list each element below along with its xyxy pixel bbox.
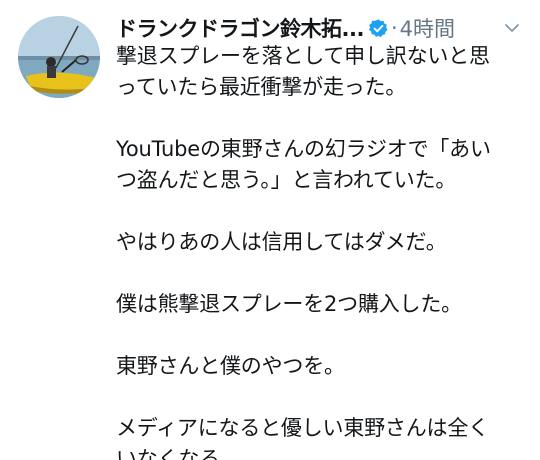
avatar-image — [18, 16, 100, 98]
tweet-paragraph: やはりあの人は信用してはダメだ。 — [116, 230, 447, 254]
display-name[interactable]: ドランクドラゴン鈴木拓... — [116, 13, 364, 43]
separator-dot: · — [390, 16, 398, 40]
tweet-paragraph: 撃退スプレーを落として申し訳ないと思 っていたら最近衝撃が走った。 — [116, 44, 490, 99]
avatar[interactable] — [18, 16, 100, 98]
tweet-header: ドランクドラゴン鈴木拓... · 4時間 — [116, 12, 526, 44]
tweet-paragraph: 僕は熊撃退スプレーを2つ購入した。 — [116, 292, 462, 316]
tweet-paragraph: YouTubeの東野さんの幻ラジオで「あい つ盗んだと思う。」と言われていた。 — [116, 137, 491, 192]
timestamp[interactable]: 4時間 — [400, 13, 455, 43]
tweet-paragraph: メディアになると優しい東野さんは全く いなくなる。 — [116, 416, 489, 460]
chevron-down-icon[interactable] — [502, 18, 522, 38]
verified-badge-icon — [368, 18, 388, 37]
tweet[interactable]: ドランクドラゴン鈴木拓... · 4時間 撃退スプレーを落として申し訳ないと思 … — [0, 0, 540, 460]
tweet-body: 撃退スプレーを落として申し訳ないと思 っていたら最近衝撃が走った。 YouTub… — [116, 41, 532, 460]
tweet-paragraph: 東野さんと僕のやつを。 — [116, 354, 345, 378]
